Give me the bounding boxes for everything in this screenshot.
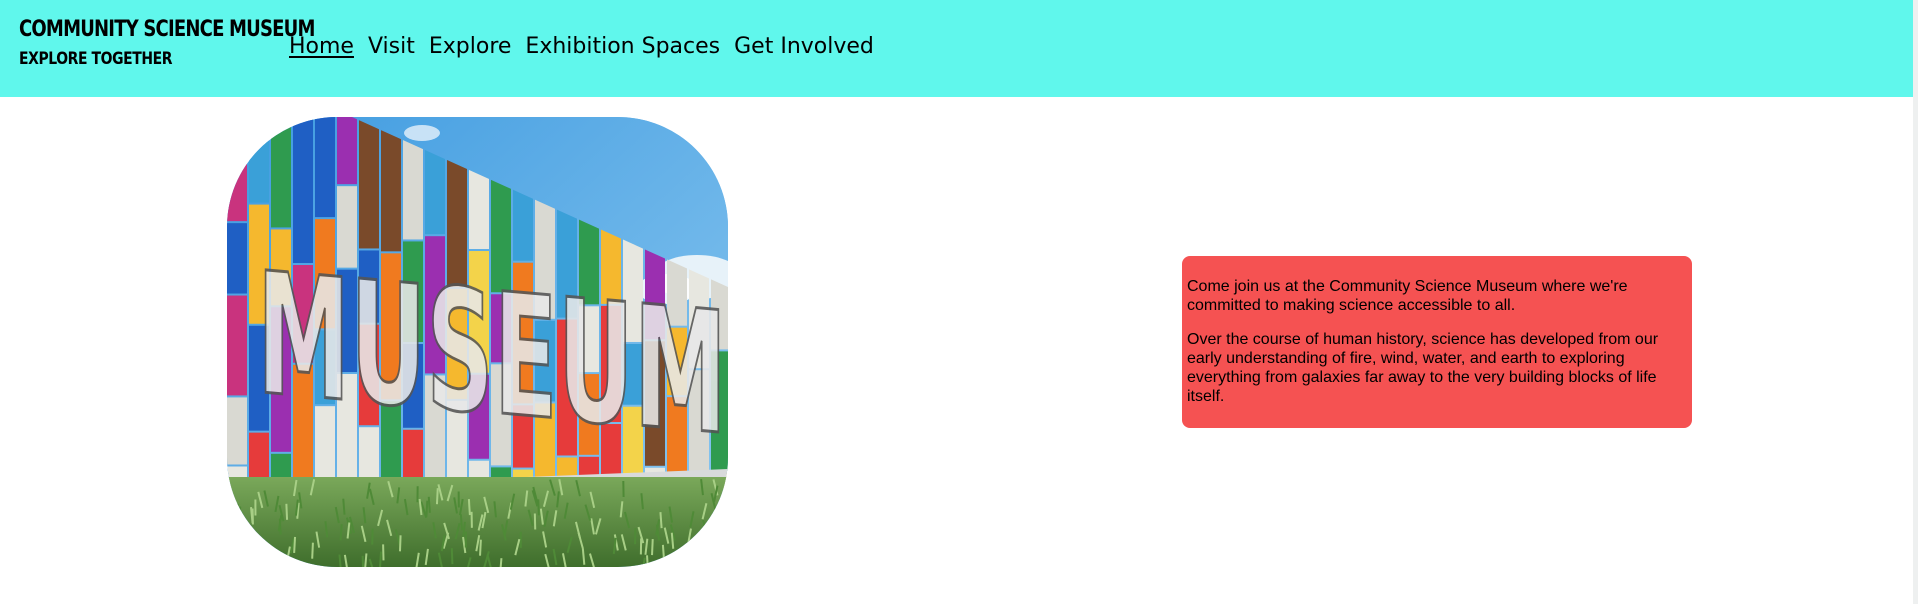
grass-blade — [479, 539, 482, 556]
facade-panel — [271, 117, 291, 228]
grass-blade — [659, 512, 663, 529]
grass-blade — [285, 503, 289, 520]
grass-blade — [646, 555, 649, 567]
grass-blade — [669, 554, 673, 567]
grass-blade — [339, 524, 343, 541]
grass-blade — [537, 499, 540, 516]
facade-panel — [315, 117, 335, 218]
grass-blade — [435, 488, 439, 505]
grass-blade — [459, 514, 464, 531]
site-header: COMMUNITY SCIENCE MUSEUM EXPLORE TOGETHE… — [0, 0, 1918, 97]
nav-link-get-involved[interactable]: Get Involved — [734, 32, 874, 62]
grass-blade — [425, 500, 429, 517]
grass-blade — [361, 555, 365, 567]
grass-blade — [240, 523, 245, 541]
site-tagline: EXPLORE TOGETHER — [19, 49, 173, 69]
site-title: COMMUNITY SCIENCE MUSEUM — [19, 17, 315, 42]
grass-blade — [293, 536, 297, 553]
facade-panel — [359, 120, 379, 249]
nav-link-visit[interactable]: Visit — [368, 32, 415, 62]
grass-blade — [342, 498, 346, 515]
facade-panel — [513, 189, 533, 261]
nav-link-exhibition-spaces[interactable]: Exhibition Spaces — [525, 32, 720, 62]
grass-blade — [228, 557, 232, 567]
museum-facade-illustration: MUSEUM — [227, 117, 728, 567]
facade-panel — [381, 130, 401, 252]
facade-panel — [337, 117, 357, 185]
facade-panel — [227, 117, 247, 222]
grass-blade — [670, 532, 675, 549]
nav-link-explore[interactable]: Explore — [429, 32, 512, 62]
facade-panel — [425, 149, 445, 235]
facade-panel — [227, 223, 247, 294]
main-nav: Home Visit Explore Exhibition Spaces Get… — [289, 32, 874, 62]
grass-blade — [379, 551, 383, 567]
facade-panel — [227, 397, 247, 465]
grass-blade — [713, 557, 717, 567]
facade-panel — [249, 117, 269, 203]
intro-paragraph: Come join us at the Community Science Mu… — [1187, 278, 1628, 314]
intro-panel: Come join us at the Community Science Mu… — [1182, 256, 1692, 428]
grass-blade — [398, 535, 402, 552]
grass-blade — [651, 539, 654, 556]
facade-panel — [469, 169, 489, 250]
grass-blade — [427, 496, 431, 513]
grass-blade — [364, 553, 368, 567]
grass-blade — [247, 541, 255, 559]
facade-panel — [403, 139, 423, 240]
facade-panel — [227, 295, 247, 396]
nav-link-home[interactable]: Home — [289, 32, 354, 62]
page-scrollbar[interactable] — [1913, 0, 1918, 604]
grass-blade — [450, 548, 454, 565]
grass-blade — [228, 498, 235, 515]
museum-sign-letters: MUSEUM — [257, 236, 727, 473]
grass-blade — [467, 498, 471, 516]
grass-blade — [698, 539, 705, 556]
grass-blade — [706, 527, 710, 544]
grass-blade — [238, 506, 242, 523]
grass-blade — [709, 542, 717, 560]
grass-blade — [235, 503, 239, 520]
grass-blade — [311, 542, 314, 559]
history-paragraph: Over the course of human history, scienc… — [1187, 331, 1659, 405]
grass-blade — [661, 544, 666, 561]
grass-blade — [708, 550, 714, 567]
museum-facade-image: MUSEUM — [227, 117, 728, 567]
